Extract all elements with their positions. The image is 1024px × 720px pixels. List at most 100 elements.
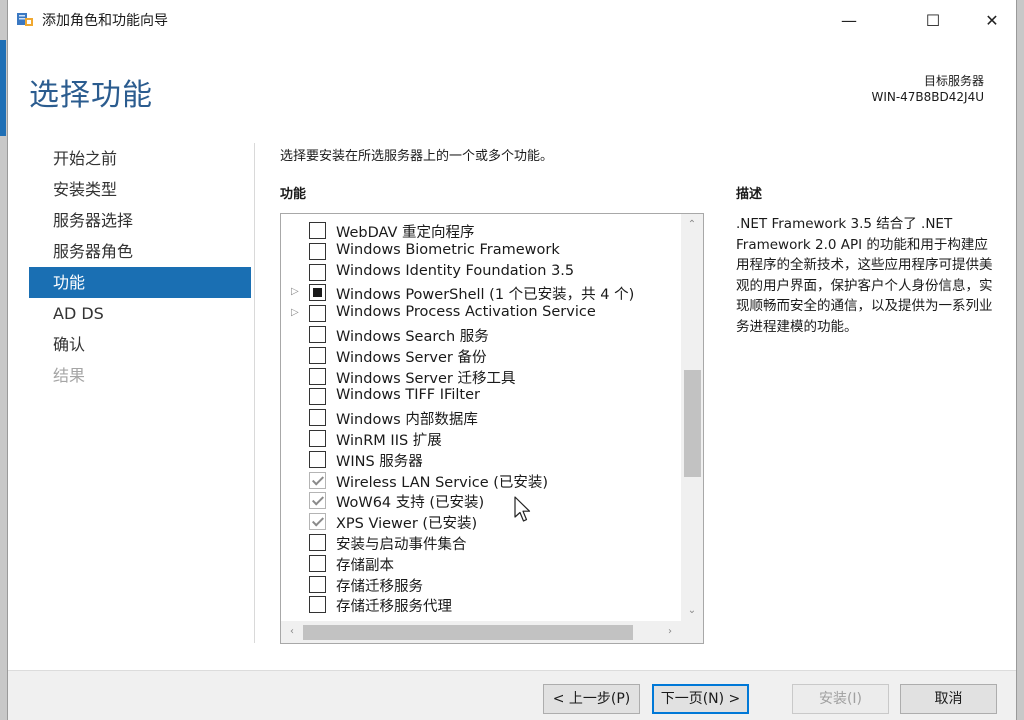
feature-label: 存储副本: [336, 557, 394, 574]
sidebar-item-installation-type[interactable]: 安装类型: [29, 174, 251, 205]
title-bar[interactable]: 添加角色和功能向导 — ☐ ✕: [8, 0, 1016, 40]
sidebar-item-features[interactable]: 功能: [29, 267, 251, 298]
vertical-scroll-thumb[interactable]: [684, 370, 701, 477]
feature-checkbox[interactable]: [309, 284, 326, 302]
feature-row[interactable]: WINS 服务器: [281, 449, 679, 470]
sidebar-item-server-roles[interactable]: 服务器角色: [29, 236, 251, 267]
intro-text: 选择要安装在所选服务器上的一个或多个功能。: [280, 149, 554, 164]
close-button[interactable]: ✕: [969, 0, 1015, 40]
feature-checkbox[interactable]: [309, 575, 326, 593]
feature-checkbox[interactable]: [309, 471, 326, 489]
sidebar-item-label: 功能: [53, 273, 86, 292]
feature-checkbox[interactable]: [309, 346, 326, 364]
features-rows: WebDAV 重定向程序 Windows Biometric Framework W…: [281, 220, 679, 615]
description-text: .NET Framework 3.5 结合了 .NET Framework 2.…: [736, 216, 993, 335]
vertical-scrollbar[interactable]: ⌃ ⌄: [681, 214, 703, 622]
feature-label: Windows TIFF IFilter: [336, 387, 480, 404]
feature-row[interactable]: Windows TIFF IFilter: [281, 386, 679, 407]
scroll-down-icon[interactable]: ⌄: [681, 602, 703, 620]
expand-arrow-icon[interactable]: ▷: [291, 286, 301, 298]
feature-row[interactable]: 存储迁移服务: [281, 574, 679, 595]
minimize-button[interactable]: —: [826, 0, 872, 40]
previous-button[interactable]: < 上一步(P): [543, 684, 640, 714]
sidebar-item-before-you-begin[interactable]: 开始之前: [29, 143, 251, 174]
feature-label: Wireless LAN Service (已安装): [336, 474, 549, 491]
feature-row[interactable]: WoW64 支持 (已安装): [281, 490, 679, 511]
feature-row[interactable]: 安装与启动事件集合: [281, 532, 679, 553]
target-server-name: WIN-47B8BD42J4U: [871, 90, 984, 104]
feature-row[interactable]: Windows Server 备份: [281, 345, 679, 366]
scroll-up-icon[interactable]: ⌃: [681, 216, 703, 234]
feature-checkbox[interactable]: [309, 533, 326, 551]
feature-checkbox[interactable]: [309, 554, 326, 572]
feature-checkbox[interactable]: [309, 596, 326, 614]
feature-label: WebDAV 重定向程序: [336, 225, 475, 241]
maximize-button[interactable]: ☐: [910, 0, 956, 40]
features-heading: 功能: [280, 187, 307, 202]
feature-checkbox[interactable]: [309, 513, 326, 531]
feature-row[interactable]: 存储副本: [281, 553, 679, 574]
feature-checkbox[interactable]: [309, 450, 326, 468]
maximize-icon: ☐: [925, 10, 941, 30]
sidebar-item-label: 确认: [53, 335, 86, 354]
feature-label: Windows Identity Foundation 3.5: [336, 262, 575, 279]
sidebar-divider: [254, 143, 255, 643]
minimize-icon: —: [841, 10, 857, 30]
feature-row[interactable]: Wireless LAN Service (已安装): [281, 470, 679, 491]
background-window-strip: [0, 40, 6, 136]
feature-row[interactable]: XPS Viewer (已安装): [281, 511, 679, 532]
feature-label: Windows 内部数据库: [336, 412, 478, 429]
feature-row[interactable]: Windows Search 服务: [281, 324, 679, 345]
feature-row[interactable]: Windows Identity Foundation 3.5: [281, 262, 679, 283]
page-title: 选择功能: [29, 78, 153, 113]
feature-row[interactable]: Windows 内部数据库: [281, 407, 679, 428]
horizontal-scroll-thumb[interactable]: [303, 625, 633, 640]
wizard-steps-sidebar: 开始之前 安装类型 服务器选择 服务器角色 功能 AD DS 确认 结果: [29, 143, 251, 391]
feature-label: XPS Viewer (已安装): [336, 516, 478, 533]
wizard-window: 添加角色和功能向导 — ☐ ✕ 选择功能 目标服务器 WIN-47B8BD42J…: [7, 0, 1017, 720]
feature-row[interactable]: 存储迁移服务代理: [281, 594, 679, 615]
feature-checkbox[interactable]: [309, 325, 326, 343]
description-heading: 描述: [736, 187, 763, 202]
feature-checkbox[interactable]: [309, 222, 326, 239]
feature-label: Windows Search 服务: [336, 328, 489, 345]
sidebar-item-server-selection[interactable]: 服务器选择: [29, 205, 251, 236]
feature-label: Windows Server 迁移工具: [336, 370, 516, 387]
cancel-button[interactable]: 取消: [900, 684, 997, 714]
feature-label: WinRM IIS 扩展: [336, 432, 442, 449]
feature-row[interactable]: WinRM IIS 扩展: [281, 428, 679, 449]
features-tree-list[interactable]: WebDAV 重定向程序 Windows Biometric Framework W…: [280, 213, 704, 644]
window-title: 添加角色和功能向导: [42, 13, 168, 29]
feature-checkbox[interactable]: [309, 263, 326, 281]
feature-label: Windows Process Activation Service: [336, 304, 596, 321]
feature-label: 存储迁移服务: [336, 578, 423, 595]
sidebar-item-ad-ds[interactable]: AD DS: [29, 298, 251, 329]
feature-checkbox[interactable]: [309, 409, 326, 427]
sidebar-item-confirmation[interactable]: 确认: [29, 329, 251, 360]
install-button[interactable]: 安装(I): [792, 684, 889, 714]
feature-checkbox[interactable]: [309, 492, 326, 510]
feature-row[interactable]: WebDAV 重定向程序: [281, 220, 679, 241]
horizontal-scrollbar[interactable]: ‹ ›: [281, 621, 681, 643]
feature-row[interactable]: Windows Server 迁移工具: [281, 366, 679, 387]
target-server-label: 目标服务器: [923, 74, 984, 88]
mouse-pointer-icon: [514, 496, 531, 522]
feature-label: Windows PowerShell (1 个已安装，共 4 个): [336, 287, 635, 304]
feature-checkbox[interactable]: [309, 429, 326, 447]
feature-label: Windows Biometric Framework: [336, 241, 560, 258]
feature-label: 安装与启动事件集合: [336, 536, 467, 553]
feature-label: Windows Server 备份: [336, 349, 487, 366]
feature-row[interactable]: ▷ Windows PowerShell (1 个已安装，共 4 个): [281, 282, 679, 303]
scrollbar-corner: [681, 621, 703, 643]
feature-checkbox[interactable]: [309, 367, 326, 385]
feature-checkbox[interactable]: [309, 242, 326, 260]
scroll-left-icon[interactable]: ‹: [283, 621, 301, 643]
sidebar-item-label: 安装类型: [53, 180, 118, 199]
next-button[interactable]: 下一页(N) >: [652, 684, 749, 714]
feature-checkbox[interactable]: [309, 305, 326, 323]
feature-row[interactable]: Windows Biometric Framework: [281, 241, 679, 262]
scroll-right-icon[interactable]: ›: [661, 621, 679, 643]
feature-row[interactable]: ▷ Windows Process Activation Service: [281, 303, 679, 324]
expand-arrow-icon[interactable]: ▷: [291, 307, 301, 319]
feature-checkbox[interactable]: [309, 388, 326, 406]
